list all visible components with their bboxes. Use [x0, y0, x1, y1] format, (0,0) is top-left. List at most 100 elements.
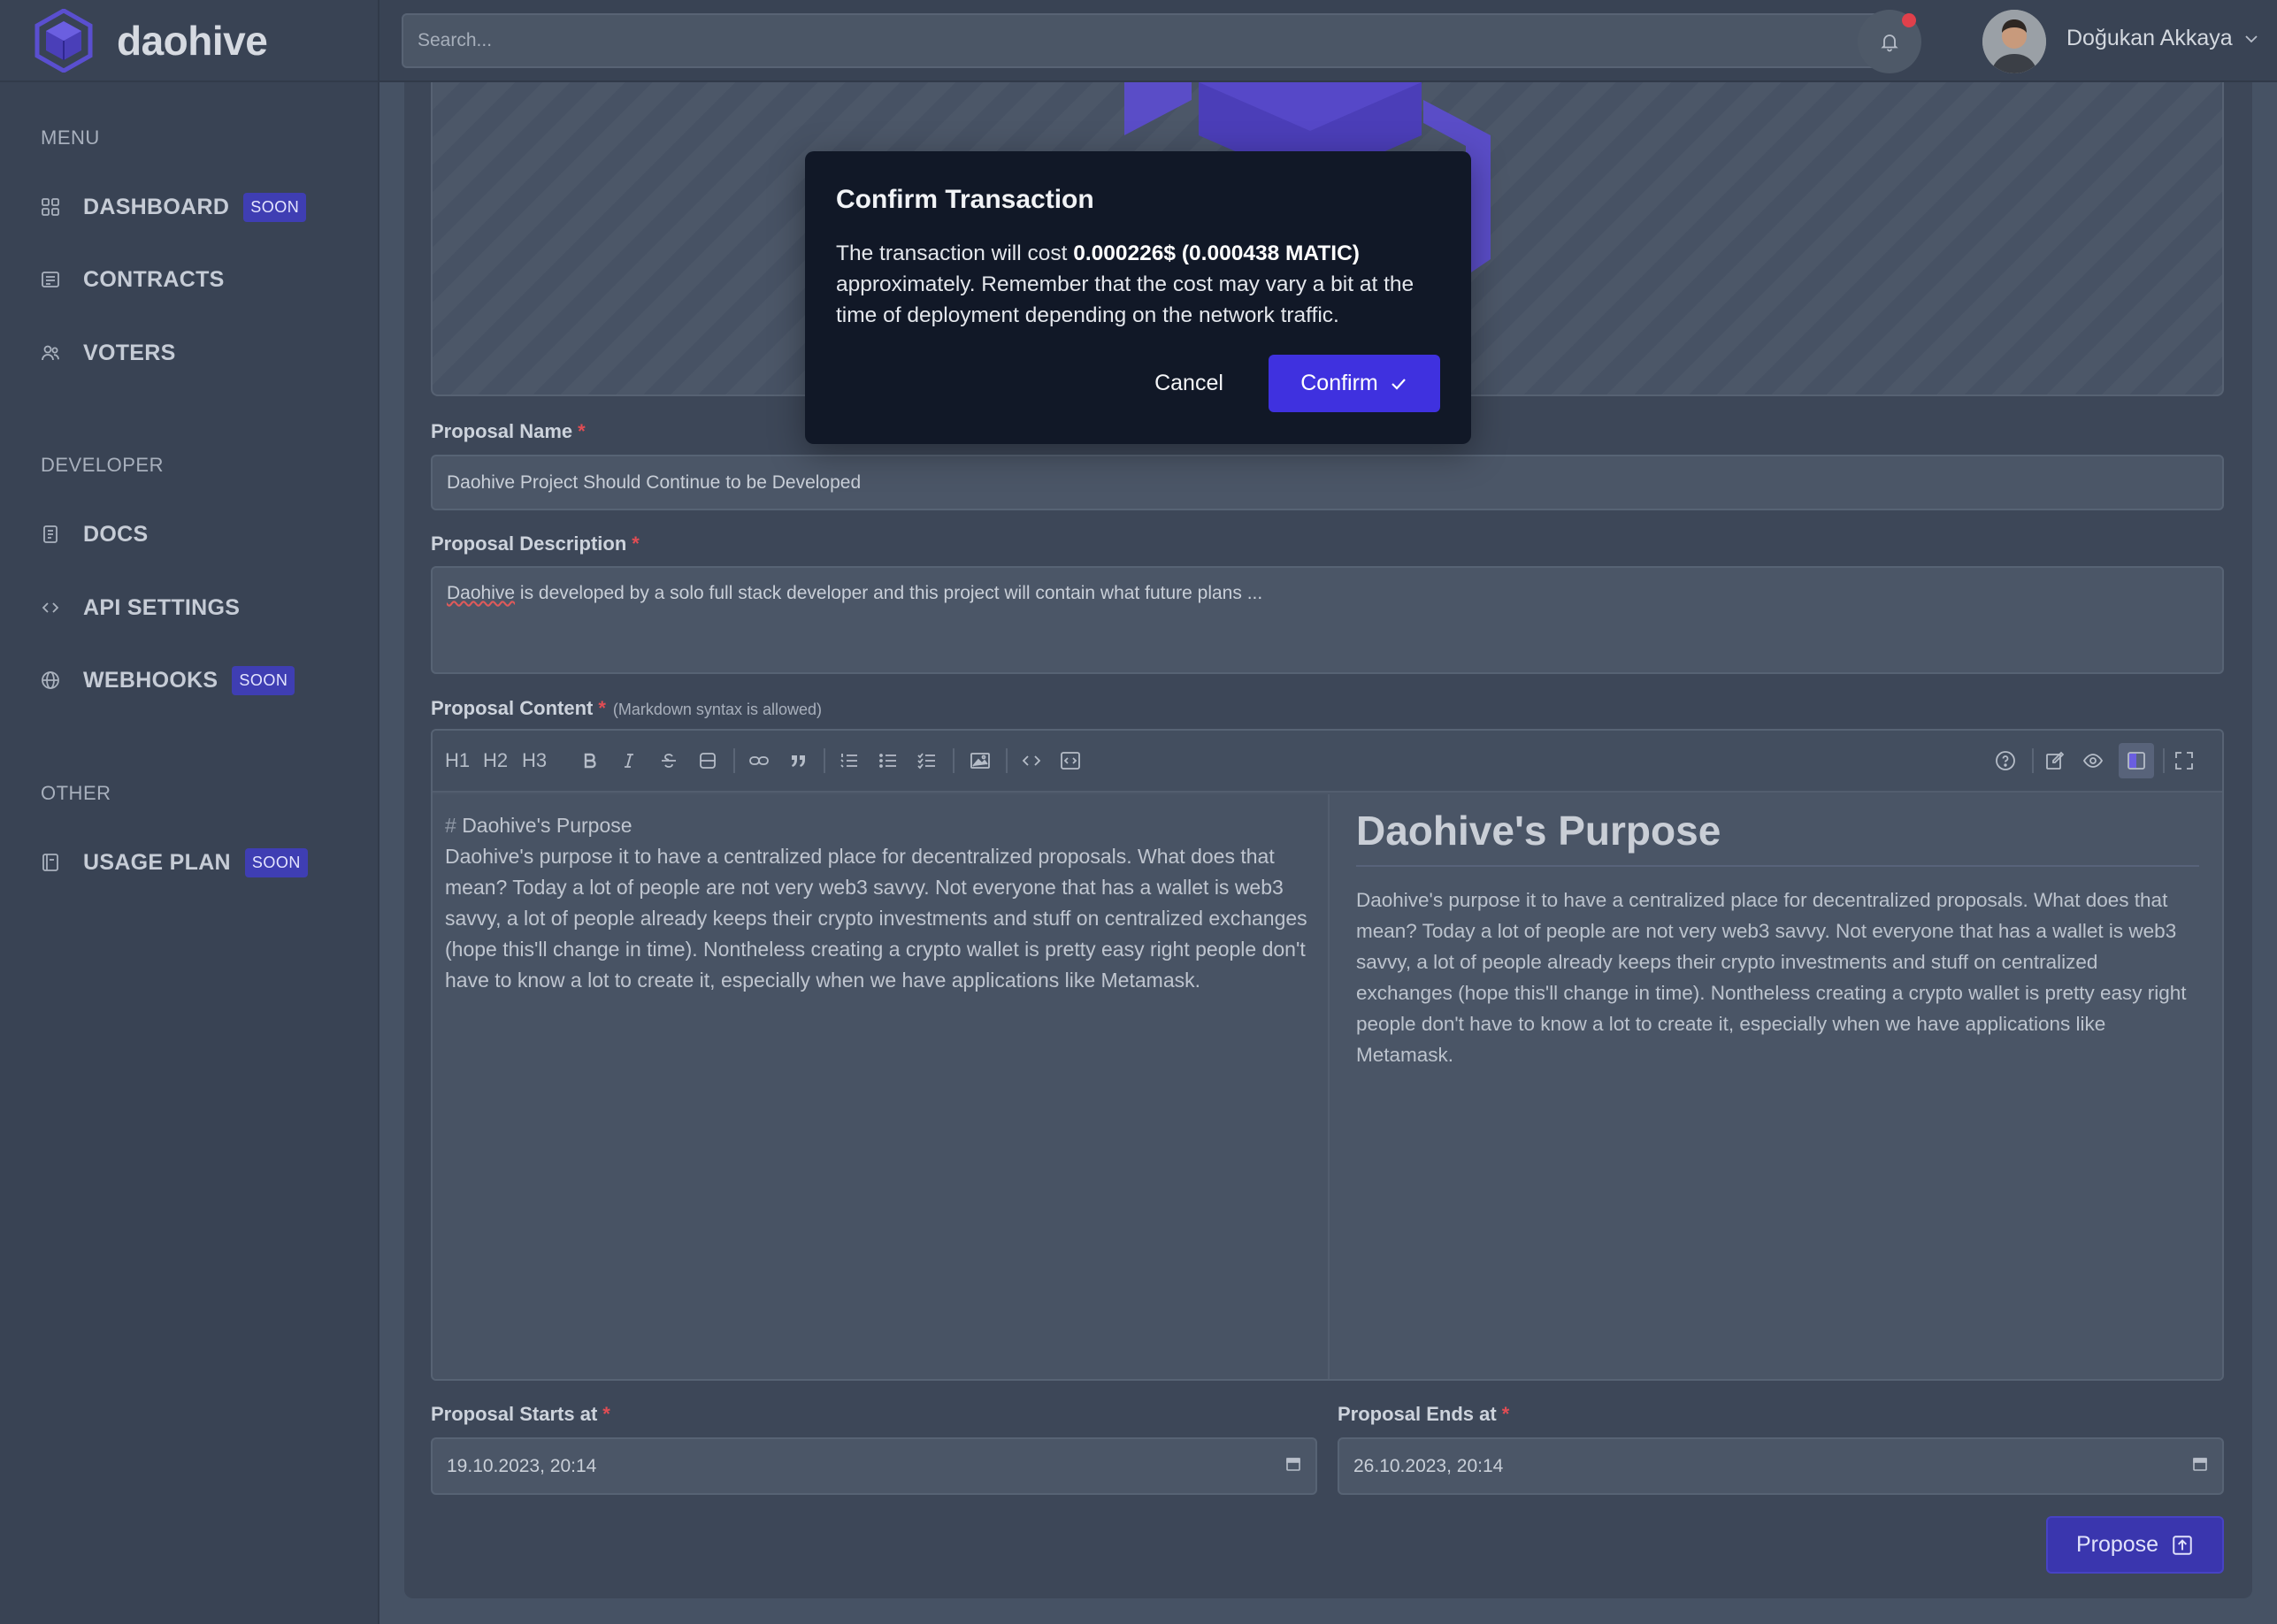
proposal-starts-input[interactable]: 19.10.2023, 20:14	[431, 1437, 1317, 1495]
bold-button[interactable]	[579, 743, 601, 778]
plan-icon	[41, 853, 60, 872]
sidebar-item-label: API SETTINGS	[83, 594, 241, 620]
ordered-list-icon	[840, 754, 857, 768]
calendar-icon[interactable]	[1285, 1456, 1301, 1477]
daohive-logo-icon	[34, 8, 93, 73]
task-list-button[interactable]	[916, 743, 938, 778]
sidebar-item-docs[interactable]: DOCS	[41, 513, 148, 555]
quote-button[interactable]	[787, 743, 809, 778]
image-icon	[970, 753, 990, 769]
required-mark: *	[578, 420, 586, 442]
sidebar-item-usage-plan[interactable]: USAGE PLAN SOON	[41, 841, 308, 884]
sidebar-item-label: DASHBOARD	[83, 194, 230, 219]
ordered-list-button[interactable]	[839, 743, 860, 778]
topbar: Doğukan Akkaya	[380, 0, 2277, 82]
sidebar-item-contracts[interactable]: CONTRACTS	[41, 258, 225, 301]
image-button[interactable]	[970, 743, 991, 778]
sidebar-item-webhooks[interactable]: WEBHOOKS SOON	[41, 659, 295, 701]
proposal-description-textarea[interactable]: Daohive is developed by a solo full stac…	[431, 566, 2224, 674]
edit-icon	[2046, 751, 2065, 770]
code-icon	[1022, 755, 1041, 766]
heading-1-button[interactable]: H1	[445, 743, 470, 778]
toolbar-separator	[1006, 748, 1008, 773]
calendar-icon[interactable]	[2192, 1456, 2208, 1477]
link-button[interactable]	[748, 743, 770, 778]
unordered-list-button[interactable]	[878, 743, 899, 778]
sidebar-item-label: CONTRACTS	[83, 266, 225, 292]
markdown-body: Daohive's purpose it to have a centraliz…	[445, 845, 1307, 992]
user-menu[interactable]: Doğukan Akkaya	[2066, 26, 2259, 51]
soon-badge: SOON	[232, 665, 295, 695]
code-block-icon	[1061, 752, 1080, 770]
notification-dot	[1902, 13, 1916, 27]
check-icon	[1391, 378, 1406, 390]
required-mark: *	[632, 532, 640, 555]
help-icon	[1996, 751, 2015, 770]
proposal-description-label: Proposal Description *	[431, 532, 640, 555]
section-developer: DEVELOPER	[41, 454, 164, 476]
split-view-icon	[2128, 752, 2145, 770]
sidebar-item-label: USAGE PLAN	[83, 849, 231, 875]
markdown-preview-pane: Daohive's Purpose Daohive's purpose it t…	[1331, 794, 2222, 1379]
code-button[interactable]	[1021, 743, 1042, 778]
toolbar-separator	[733, 748, 735, 773]
code-block-button[interactable]	[1060, 743, 1081, 778]
preview-mode-button[interactable]	[2082, 743, 2104, 778]
proposal-ends-label: Proposal Ends at *	[1338, 1403, 1510, 1425]
section-menu: MENU	[41, 126, 100, 149]
sidebar-item-label: WEBHOOKS	[83, 667, 218, 693]
help-button[interactable]	[1995, 743, 2016, 778]
brand[interactable]: daohive	[0, 0, 378, 82]
user-name: Doğukan Akkaya	[2066, 26, 2233, 50]
proposal-ends-input[interactable]: 26.10.2023, 20:14	[1338, 1437, 2224, 1495]
modal-title: Confirm Transaction	[836, 185, 1094, 214]
edit-mode-button[interactable]	[2044, 743, 2066, 778]
search-input[interactable]	[402, 13, 1879, 68]
soon-badge: SOON	[244, 847, 308, 877]
italic-button[interactable]	[618, 743, 640, 778]
strikethrough-button[interactable]	[658, 743, 679, 778]
horizontal-rule-icon	[700, 753, 716, 769]
confirm-button[interactable]: Confirm	[1269, 355, 1440, 412]
transaction-cost: 0.000226$ (0.000438 MATIC)	[1073, 241, 1360, 265]
fullscreen-icon	[2175, 752, 2193, 770]
bell-icon	[1881, 34, 1898, 52]
brand-name: daohive	[117, 17, 268, 64]
sidebar-item-voters[interactable]: VOTERS	[41, 332, 176, 374]
soon-badge: SOON	[243, 192, 307, 222]
unordered-list-icon	[879, 754, 896, 768]
split-mode-button[interactable]	[2119, 743, 2154, 778]
section-other: OTHER	[41, 782, 111, 804]
avatar[interactable]	[1982, 10, 2046, 73]
markdown-hash: #	[445, 814, 456, 837]
grid-icon	[41, 197, 60, 217]
chevron-down-icon	[2244, 34, 2258, 42]
confirm-transaction-modal: Confirm Transaction The transaction will…	[805, 151, 1471, 444]
quote-icon	[792, 755, 805, 767]
markdown-hint: (Markdown syntax is allowed)	[612, 701, 822, 718]
sidebar: daohive MENU DEVELOPER OTHER DASHBOARD S…	[0, 0, 380, 1624]
sidebar-item-api-settings[interactable]: API SETTINGS	[41, 586, 240, 629]
cancel-button[interactable]: Cancel	[1125, 355, 1253, 411]
markdown-source-pane[interactable]: # Daohive's Purpose Daohive's purpose it…	[433, 794, 1330, 1379]
heading-2-button[interactable]: H2	[483, 743, 508, 778]
sidebar-item-label: DOCS	[83, 521, 149, 547]
sidebar-item-label: VOTERS	[83, 340, 176, 365]
heading-3-button[interactable]: H3	[522, 743, 547, 778]
horizontal-rule-button[interactable]	[697, 743, 718, 778]
spellcheck-word: Daohive	[447, 583, 516, 603]
italic-icon	[625, 754, 633, 768]
globe-icon	[41, 670, 60, 690]
required-mark: *	[598, 697, 606, 719]
sidebar-item-dashboard[interactable]: DASHBOARD SOON	[41, 186, 307, 228]
notifications-button[interactable]	[1858, 10, 1921, 73]
propose-button[interactable]: Propose	[2046, 1516, 2224, 1574]
markdown-editor: H1 H2 H3 # Daohive's Purpose Daohive's p…	[431, 729, 2224, 1381]
link-icon	[749, 756, 769, 765]
proposal-content-label: Proposal Content * (Markdown syntax is all…	[431, 697, 822, 719]
modal-message: The transaction will cost 0.000226$ (0.0…	[836, 241, 1414, 327]
toolbar-separator	[824, 748, 825, 773]
toolbar-separator	[953, 748, 954, 773]
proposal-name-input[interactable]: Daohive Project Should Continue to be De…	[431, 455, 2224, 510]
fullscreen-button[interactable]	[2174, 743, 2195, 778]
